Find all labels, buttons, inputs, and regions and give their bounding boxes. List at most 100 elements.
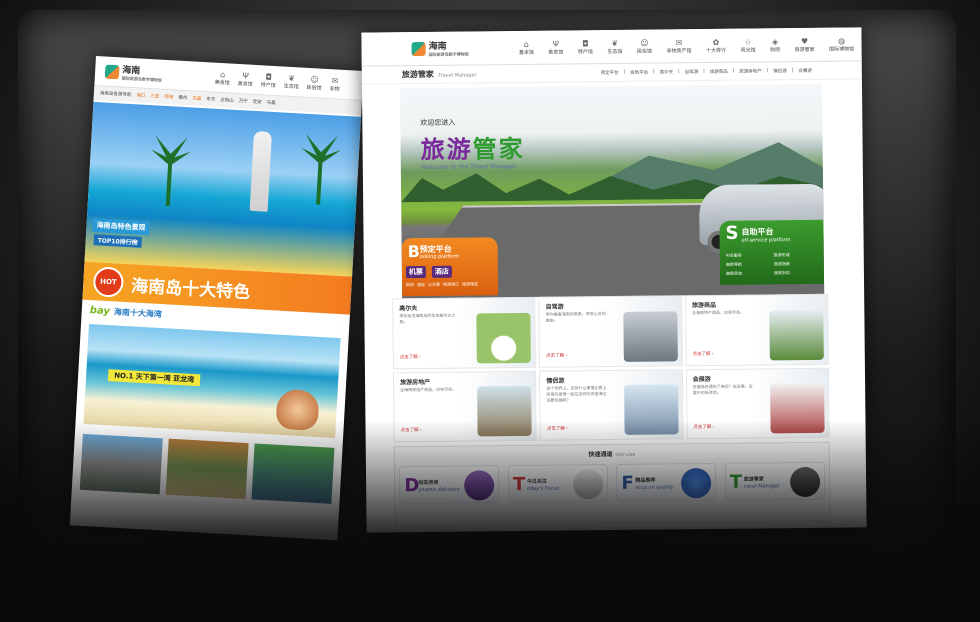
region-link[interactable]: 儋州	[178, 95, 187, 101]
beach-banner[interactable]: 海南岛特色景观 TOP10排行榜	[84, 101, 362, 277]
fast-link-icon	[572, 469, 604, 500]
thumbnail[interactable]	[79, 433, 163, 495]
hot-title: 海南岛十大特色	[130, 275, 251, 303]
nav-item-8[interactable]: ◈ 购吧	[770, 37, 780, 53]
hotel-button[interactable]: 酒店	[431, 265, 452, 278]
service-card[interactable]: 自驾游 带你看看海南的美景，享受心灵的自由。 点击了解 ›	[538, 295, 683, 368]
card-more-link[interactable]: 点击了解 ›	[693, 424, 714, 430]
region-link[interactable]: 东方	[206, 96, 215, 102]
booking-link[interactable]: 旅游预订	[443, 282, 459, 288]
separator: |	[732, 68, 735, 74]
self-link[interactable]: 自助咨询	[726, 270, 770, 276]
nav-item-6[interactable]: ✿ 十大排行	[706, 37, 726, 53]
card-more-link[interactable]: 点击了解 ›	[400, 354, 421, 360]
right-logo[interactable]: 海南 国际旅游岛数字博物馆	[361, 38, 511, 59]
bay-image[interactable]: NO.1 天下第一湾 亚龙湾	[83, 324, 341, 438]
nav-item-label: 十大排行	[706, 47, 727, 54]
booking-link[interactable]: 旅游预定	[462, 281, 478, 287]
region-link[interactable]: 三亚	[150, 93, 159, 99]
statue-image	[249, 130, 273, 212]
thumbnail[interactable]	[165, 438, 249, 500]
self-link[interactable]: 旅游形成	[774, 252, 818, 258]
right-nav: 海南 国际旅游岛数字博物馆 ⌂ 基本馆 Ψ 美食馆 ◘ 特产馆 ❦ 生态馆 ☺ 民俗馆 ✉ 非物质产馆 ✿…	[361, 27, 862, 67]
nav-item-1[interactable]: Ψ 美食馆	[548, 39, 563, 55]
service-card[interactable]: 高尔夫 带你走进海南岛的生态高尔夫之旅。 点击了解 ›	[392, 296, 537, 369]
top-link[interactable]: 自驾游	[685, 69, 699, 75]
card-more-link[interactable]: 点击了解 ›	[692, 350, 713, 356]
left-nav-item[interactable]: ◘ 特产馆	[261, 72, 277, 89]
region-link[interactable]: 五指山	[220, 97, 234, 104]
left-nav-item[interactable]: Ψ 美食馆	[238, 70, 254, 88]
card-image	[622, 310, 678, 362]
hero-title: 旅游管家	[420, 134, 525, 165]
left-nav-item[interactable]: ☺ 民俗馆	[306, 74, 322, 92]
fast-link-item[interactable]: D 动态咨询 ynamic Advisory	[399, 465, 500, 505]
nav-item-label: 国际博物馆	[829, 45, 855, 53]
booking-link[interactable]: 火车票	[428, 282, 440, 288]
region-link[interactable]: 屯昌	[266, 100, 275, 106]
region-title: 海南岛各景导航	[99, 91, 132, 99]
left-nav-item[interactable]: ⌂ 美食馆	[215, 69, 231, 86]
self-service-panel[interactable]: S 自助平台 elf-service platform 叫车服务 旅游形成 自助导航…	[719, 219, 825, 285]
fast-link-letter: T	[512, 473, 526, 496]
top-link[interactable]: 会展游	[798, 67, 812, 73]
nav-item-9[interactable]: ♥ 旅游管家	[794, 36, 815, 52]
left-nav-item[interactable]: ❦ 生态馆	[283, 73, 299, 90]
fast-link-item[interactable]: T 旅游管家 ravel Manager	[724, 461, 826, 501]
booking-link[interactable]: 航班	[406, 282, 414, 288]
service-card[interactable]: 旅游商品 全海南特产商品，应有尽有。 点击了解 ›	[684, 293, 829, 366]
top-link[interactable]: 情侣游	[773, 68, 787, 74]
service-card[interactable]: 情侣游 这个世界上，还有什么事情比跟上所爱的爱情一起在这样的天堂海边还要幸福呢？ 点…	[539, 368, 684, 441]
bay-label: NO.1 天下第一湾 亚龙湾	[107, 369, 201, 387]
service-card[interactable]: 旅游房地产 全海南房地产商品，应有尽有。 点击了解 ›	[392, 370, 538, 443]
top-link[interactable]: 旅游商品	[710, 68, 728, 74]
self-link[interactable]: 旅游指南	[774, 261, 818, 267]
region-link[interactable]: 万宁	[239, 98, 248, 104]
fast-link-item[interactable]: T 今日关注 oday's Focus	[507, 464, 609, 504]
separator: |	[791, 67, 794, 73]
fast-link-icon	[681, 467, 712, 499]
region-link[interactable]: 文昌	[192, 95, 201, 101]
self-link[interactable]: 自助导航	[726, 261, 770, 267]
region-link[interactable]: 定安	[253, 99, 262, 105]
self-link[interactable]: 叫车服务	[726, 252, 770, 258]
thumbnail[interactable]	[251, 443, 335, 504]
left-logo[interactable]: 海南 国际旅游岛数字博物馆	[95, 61, 216, 87]
top-link[interactable]: 高尔夫	[660, 69, 674, 75]
separator: |	[653, 69, 655, 75]
logo-mark-icon	[411, 41, 426, 56]
booking-links: 航班 酒店 火车票 旅游预订 旅游预定	[406, 281, 492, 288]
nav-item-7[interactable]: ☆ 观光馆	[740, 37, 756, 53]
top-link[interactable]: 旅游房地产	[739, 68, 762, 74]
booking-buttons: 机票 酒店	[405, 265, 452, 279]
fast-link-item[interactable]: F 精品推荐 ocus on quality	[616, 462, 717, 502]
service-grid: 高尔夫 带你走进海南岛的生态高尔夫之旅。 点击了解 › 自驾游 带你看看海南的美景，享受…	[392, 293, 830, 443]
flight-button[interactable]: 机票	[405, 265, 426, 279]
service-card[interactable]: 会展游 会展商务遇到了麻烦？在这里，会展中的新体验。 点击了解 ›	[685, 367, 830, 440]
nav-item-label: 特产馆	[577, 48, 593, 55]
top-link[interactable]: 自助平台	[630, 69, 648, 75]
nav-item-5[interactable]: ✉ 非物质产馆	[666, 38, 691, 54]
nav-item-10[interactable]: ◍ 国际博物馆	[829, 36, 854, 52]
booking-link[interactable]: 酒店	[417, 282, 425, 288]
nav-item-0[interactable]: ⌂ 基本馆	[519, 39, 534, 55]
left-nav-item[interactable]: ✉ 非物	[329, 76, 340, 92]
fast-link-en: oday's Focus	[526, 485, 560, 492]
card-more-link[interactable]: 点击了解 ›	[547, 425, 568, 431]
hero-subtitle: Welcome to the Travel Manager	[420, 163, 517, 172]
booking-panel[interactable]: B 预定平台 ooking platform 机票 酒店 航班 酒店 火车票 旅游预订…	[401, 237, 499, 297]
mask-icon: ☺	[310, 74, 320, 84]
nav-item-2[interactable]: ◘ 特产馆	[578, 39, 593, 55]
region-link[interactable]: 琼海	[164, 94, 173, 100]
nav-item-4[interactable]: ☺ 民俗馆	[637, 38, 652, 54]
region-link[interactable]: 海口	[136, 92, 145, 98]
nav-item-3[interactable]: ❦ 生态馆	[607, 38, 622, 54]
card-more-link[interactable]: 点击了解 ›	[546, 352, 567, 358]
top-link[interactable]: 预定平台	[601, 69, 619, 75]
leaf-icon: ❦	[288, 73, 296, 83]
card-more-link[interactable]: 点击了解 ›	[401, 427, 422, 433]
fast-link-cn: 精品推荐	[635, 477, 656, 484]
fast-link-icon	[789, 466, 821, 498]
card-desc: 全海南房地产商品，应有尽有。	[400, 386, 457, 392]
self-link[interactable]: 商家折扣	[774, 270, 818, 276]
